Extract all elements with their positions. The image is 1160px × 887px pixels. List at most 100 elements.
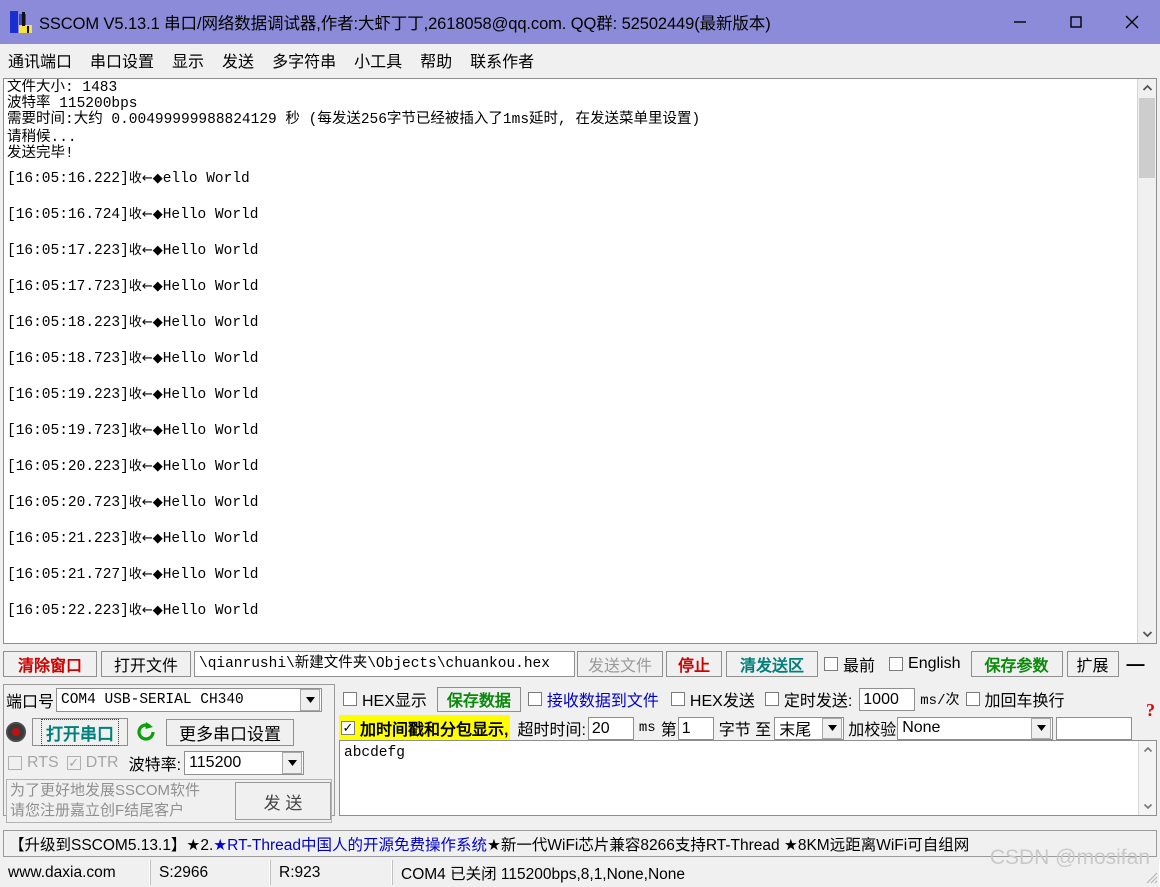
log-direction-icon: 收←◆ bbox=[128, 495, 163, 510]
file-path-field[interactable]: \qianrushi\新建文件夹\Objects\chuankou.hex bbox=[194, 651, 575, 677]
receive-scrollbar[interactable] bbox=[1137, 79, 1156, 643]
send-scrollbar[interactable] bbox=[1138, 741, 1156, 815]
checksum-select[interactable]: None bbox=[897, 716, 1054, 740]
topmost-checkbox[interactable]: 最前 bbox=[824, 652, 875, 676]
menu-item-multi-string[interactable]: 多字符串 bbox=[271, 46, 337, 74]
menu-item-display[interactable]: 显示 bbox=[171, 46, 205, 74]
checkbox-box[interactable] bbox=[527, 692, 542, 706]
log-line: [16:05:16.222]收←◆ello World bbox=[7, 169, 1138, 205]
options-panel: HEX显示 保存数据 接收数据到文件 HEX发送 定时发送: 1000 ms/次… bbox=[339, 684, 1157, 816]
log-text: Hello World bbox=[162, 531, 259, 547]
open-port-button[interactable]: 打开串口 bbox=[32, 718, 128, 746]
timeout-input[interactable]: 20 bbox=[587, 716, 634, 740]
byte-end-select[interactable]: 末尾 bbox=[774, 716, 845, 740]
log-direction-icon: 收←◆ bbox=[128, 243, 163, 258]
receive-header-line: 发送完毕! bbox=[7, 146, 74, 162]
timed-send-input[interactable]: 1000 bbox=[859, 687, 916, 711]
chevron-down-icon[interactable] bbox=[1138, 625, 1156, 643]
menu-item-comm-port[interactable]: 通讯端口 bbox=[7, 46, 73, 74]
timestamp-label: 加时间戳和分包显示, bbox=[360, 722, 509, 739]
log-text: Hello World bbox=[162, 387, 259, 403]
receive-text[interactable]: 文件大小: 1483 波特率 115200bps 需要时间:大约 0.00499… bbox=[4, 79, 1138, 643]
send-text-value[interactable]: abcdefg bbox=[340, 741, 1156, 761]
log-timestamp: [16:05:22.223] bbox=[7, 603, 129, 619]
chevron-down-icon[interactable] bbox=[282, 752, 303, 774]
save-data-button[interactable]: 保存数据 bbox=[436, 686, 521, 712]
collapse-button[interactable]: — bbox=[1121, 651, 1151, 677]
checkbox-box[interactable] bbox=[764, 692, 779, 706]
baud-select[interactable]: 115200 bbox=[184, 751, 305, 775]
log-timestamp: [16:05:16.222] bbox=[7, 171, 129, 187]
log-line: [16:05:19.223]收←◆Hello World bbox=[7, 385, 1138, 421]
open-port-label: 打开串口 bbox=[41, 718, 119, 746]
close-button[interactable] bbox=[1104, 0, 1160, 44]
clear-send-button[interactable]: 清发送区 bbox=[726, 651, 818, 677]
timed-send-checkbox[interactable]: 定时发送: bbox=[764, 687, 853, 711]
hex-display-checkbox[interactable]: HEX显示 bbox=[343, 687, 427, 711]
log-text: Hello World bbox=[162, 459, 259, 475]
clear-window-button[interactable]: 清除窗口 bbox=[3, 651, 97, 677]
receive-area[interactable]: 文件大小: 1483 波特率 115200bps 需要时间:大约 0.00499… bbox=[3, 78, 1157, 644]
send-text-area[interactable]: abcdefg bbox=[339, 740, 1157, 816]
chevron-down-icon[interactable] bbox=[1139, 798, 1156, 815]
english-checkbox[interactable]: English bbox=[889, 655, 961, 673]
checkbox-box[interactable] bbox=[343, 692, 357, 706]
recv-to-file-checkbox[interactable]: 接收数据到文件 bbox=[527, 687, 659, 711]
refresh-icon[interactable] bbox=[135, 721, 157, 743]
log-line: [16:05:18.723]收←◆Hello World bbox=[7, 349, 1138, 385]
timed-send-label: 定时发送: bbox=[783, 693, 853, 710]
checkbox-box[interactable] bbox=[889, 657, 904, 671]
log-line: [16:05:20.223]收←◆Hello World bbox=[7, 457, 1138, 493]
maximize-button[interactable] bbox=[1048, 0, 1104, 44]
checkbox-box[interactable] bbox=[670, 692, 685, 706]
status-website[interactable]: www.daxia.com bbox=[0, 860, 150, 885]
rts-checkbox[interactable]: RTS bbox=[8, 754, 59, 772]
menu-item-port-settings[interactable]: 串口设置 bbox=[89, 46, 155, 74]
log-direction-icon: 收←◆ bbox=[128, 315, 163, 330]
dtr-checkbox[interactable]: ✓ DTR bbox=[66, 754, 119, 772]
chevron-up-icon[interactable] bbox=[1138, 79, 1156, 97]
send-button[interactable]: 发 送 bbox=[235, 782, 331, 820]
extend-button[interactable]: 扩展 bbox=[1066, 651, 1119, 677]
send-file-button[interactable]: 发送文件 bbox=[577, 651, 663, 677]
chevron-down-icon[interactable] bbox=[1031, 717, 1052, 739]
stop-button[interactable]: 停止 bbox=[666, 651, 722, 677]
resize-grip[interactable] bbox=[1144, 870, 1158, 884]
chevron-up-icon[interactable] bbox=[1139, 741, 1156, 758]
minimize-button[interactable] bbox=[992, 0, 1048, 44]
log-text: Hello World bbox=[162, 423, 259, 439]
hex-send-checkbox[interactable]: HEX发送 bbox=[670, 687, 755, 711]
port-select[interactable]: COM4 USB-SERIAL CH340 bbox=[56, 688, 323, 712]
more-port-settings-button[interactable]: 更多串口设置 bbox=[166, 718, 294, 746]
log-direction-icon: 收←◆ bbox=[128, 567, 163, 582]
chevron-down-icon[interactable] bbox=[822, 717, 843, 739]
scrollbar-thumb[interactable] bbox=[1139, 98, 1155, 178]
checkbox-box[interactable] bbox=[824, 657, 838, 671]
banner-part-2[interactable]: ★RT-Thread中国人的开源免费操作系统 bbox=[213, 833, 487, 855]
checkbox-box[interactable]: ✓ bbox=[66, 756, 81, 770]
watermark: CSDN @mosifan bbox=[989, 846, 1150, 869]
question-mark-icon[interactable]: ? bbox=[1146, 700, 1155, 721]
checksum-result-input[interactable] bbox=[1056, 716, 1133, 740]
menu-item-help[interactable]: 帮助 bbox=[419, 46, 453, 74]
open-file-button[interactable]: 打开文件 bbox=[101, 651, 191, 677]
menu-item-send[interactable]: 发送 bbox=[221, 46, 255, 74]
receive-header-line: 文件大小: 1483 bbox=[7, 80, 118, 96]
log-timestamp: [16:05:16.724] bbox=[7, 207, 129, 223]
byte-end-value: 末尾 bbox=[779, 722, 812, 739]
menu-item-contact-author[interactable]: 联系作者 bbox=[469, 46, 535, 74]
promo-banner[interactable]: 【升级到SSCOM5.13.1】★2. ★RT-Thread中国人的开源免费操作… bbox=[3, 830, 1157, 857]
checkbox-box[interactable] bbox=[965, 692, 980, 706]
checkbox-box[interactable] bbox=[8, 756, 22, 770]
crlf-checkbox[interactable]: 加回车换行 bbox=[965, 687, 1065, 711]
title-bar: SSCOM V5.13.1 串口/网络数据调试器,作者:大虾丁丁,2618058… bbox=[0, 0, 1160, 44]
menu-item-tools[interactable]: 小工具 bbox=[353, 46, 403, 74]
timestamp-checkbox[interactable]: ✓ 加时间戳和分包显示, bbox=[339, 715, 511, 741]
save-params-button[interactable]: 保存参数 bbox=[970, 651, 1063, 677]
receive-header-line: 波特率 115200bps bbox=[7, 96, 138, 112]
checkbox-box[interactable]: ✓ bbox=[341, 721, 355, 735]
byte-start-input[interactable]: 1 bbox=[677, 716, 714, 740]
options-row-2: ✓ 加时间戳和分包显示, 超时时间: 20 ms 第 1 字节 至 末尾 加校验… bbox=[339, 715, 1157, 741]
log-timestamp: [16:05:18.723] bbox=[7, 351, 129, 367]
chevron-down-icon[interactable] bbox=[300, 689, 321, 711]
